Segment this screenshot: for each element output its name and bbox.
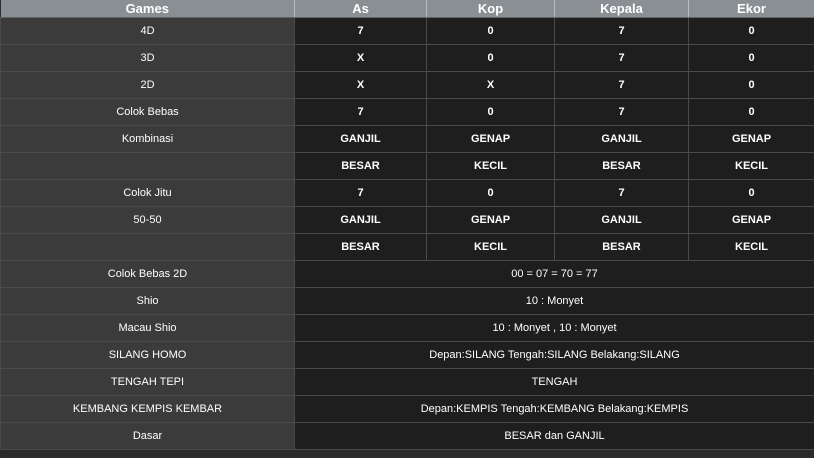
- cell-ekor: KECIL: [688, 152, 814, 180]
- row-label: Colok Bebas 2D: [0, 260, 295, 288]
- cell-kop: KECIL: [426, 233, 555, 261]
- cell-as: BESAR: [294, 233, 427, 261]
- cell-ekor: GENAP: [688, 206, 814, 234]
- row-label: Kombinasi: [0, 125, 295, 153]
- row-value: 00 = 07 = 70 = 77: [294, 260, 814, 288]
- results-table: Games As Kop Kepala Ekor 4D 7 0 7 0 3D X…: [0, 0, 814, 450]
- cell-kepala: GANJIL: [554, 125, 689, 153]
- row-label: KEMBANG KEMPIS KEMBAR: [0, 395, 295, 423]
- cell-as: GANJIL: [294, 206, 427, 234]
- row-label: SILANG HOMO: [0, 341, 295, 369]
- row-value: BESAR dan GANJIL: [294, 422, 814, 450]
- cell-ekor: 0: [688, 98, 814, 126]
- table-row: 4D 7 0 7 0: [0, 17, 814, 45]
- cell-as: BESAR: [294, 152, 427, 180]
- cell-ekor: 0: [688, 44, 814, 72]
- cell-kepala: BESAR: [554, 233, 689, 261]
- cell-kepala: BESAR: [554, 152, 689, 180]
- table-row: Colok Bebas 7 0 7 0: [0, 98, 814, 126]
- cell-kop: X: [426, 71, 555, 99]
- row-value: TENGAH: [294, 368, 814, 396]
- table-row: BESAR KECIL BESAR KECIL: [0, 233, 814, 261]
- cell-kepala: 7: [554, 17, 689, 45]
- row-value: 10 : Monyet: [294, 287, 814, 315]
- cell-kop: 0: [426, 44, 555, 72]
- cell-kop: 0: [426, 17, 555, 45]
- cell-kepala: GANJIL: [554, 206, 689, 234]
- row-label: 3D: [0, 44, 295, 72]
- header-ekor: Ekor: [688, 0, 814, 18]
- row-label: 50-50: [0, 206, 295, 234]
- cell-as: 7: [294, 17, 427, 45]
- row-value: 10 : Monyet , 10 : Monyet: [294, 314, 814, 342]
- header-games: Games: [0, 0, 295, 18]
- cell-ekor: 0: [688, 179, 814, 207]
- cell-kop: GENAP: [426, 206, 555, 234]
- table-row-wide: SILANG HOMO Depan:SILANG Tengah:SILANG B…: [0, 341, 814, 369]
- table-row: 2D X X 7 0: [0, 71, 814, 99]
- row-label: [0, 233, 295, 261]
- row-label: Colok Jitu: [0, 179, 295, 207]
- table-row: 50-50 GANJIL GENAP GANJIL GENAP: [0, 206, 814, 234]
- cell-as: 7: [294, 179, 427, 207]
- header-as: As: [294, 0, 427, 18]
- cell-as: X: [294, 44, 427, 72]
- cell-ekor: GENAP: [688, 125, 814, 153]
- cell-kepala: 7: [554, 71, 689, 99]
- cell-as: 7: [294, 98, 427, 126]
- table-row-wide: KEMBANG KEMPIS KEMBAR Depan:KEMPIS Tenga…: [0, 395, 814, 423]
- header-row: Games As Kop Kepala Ekor: [0, 0, 814, 18]
- row-label: 2D: [0, 71, 295, 99]
- row-value: Depan:SILANG Tengah:SILANG Belakang:SILA…: [294, 341, 814, 369]
- table-row: Kombinasi GANJIL GENAP GANJIL GENAP: [0, 125, 814, 153]
- cell-ekor: 0: [688, 17, 814, 45]
- row-label: [0, 152, 295, 180]
- row-label: Macau Shio: [0, 314, 295, 342]
- cell-as: GANJIL: [294, 125, 427, 153]
- row-label: Shio: [0, 287, 295, 315]
- row-label: Colok Bebas: [0, 98, 295, 126]
- table-row-wide: Colok Bebas 2D 00 = 07 = 70 = 77: [0, 260, 814, 288]
- table-row-wide: TENGAH TEPI TENGAH: [0, 368, 814, 396]
- cell-kepala: 7: [554, 44, 689, 72]
- cell-kop: 0: [426, 98, 555, 126]
- table-row: Colok Jitu 7 0 7 0: [0, 179, 814, 207]
- table-row: 3D X 0 7 0: [0, 44, 814, 72]
- table-row-wide: Shio 10 : Monyet: [0, 287, 814, 315]
- cell-kop: 0: [426, 179, 555, 207]
- cell-kop: KECIL: [426, 152, 555, 180]
- cell-kepala: 7: [554, 179, 689, 207]
- row-value: Depan:KEMPIS Tengah:KEMBANG Belakang:KEM…: [294, 395, 814, 423]
- header-kepala: Kepala: [554, 0, 689, 18]
- cell-as: X: [294, 71, 427, 99]
- row-label: TENGAH TEPI: [0, 368, 295, 396]
- cell-ekor: KECIL: [688, 233, 814, 261]
- cell-ekor: 0: [688, 71, 814, 99]
- table-row-wide: Dasar BESAR dan GANJIL: [0, 422, 814, 450]
- cell-kop: GENAP: [426, 125, 555, 153]
- table-row: BESAR KECIL BESAR KECIL: [0, 152, 814, 180]
- row-label: 4D: [0, 17, 295, 45]
- cell-kepala: 7: [554, 98, 689, 126]
- row-label: Dasar: [0, 422, 295, 450]
- table-row-wide: Macau Shio 10 : Monyet , 10 : Monyet: [0, 314, 814, 342]
- header-kop: Kop: [426, 0, 555, 18]
